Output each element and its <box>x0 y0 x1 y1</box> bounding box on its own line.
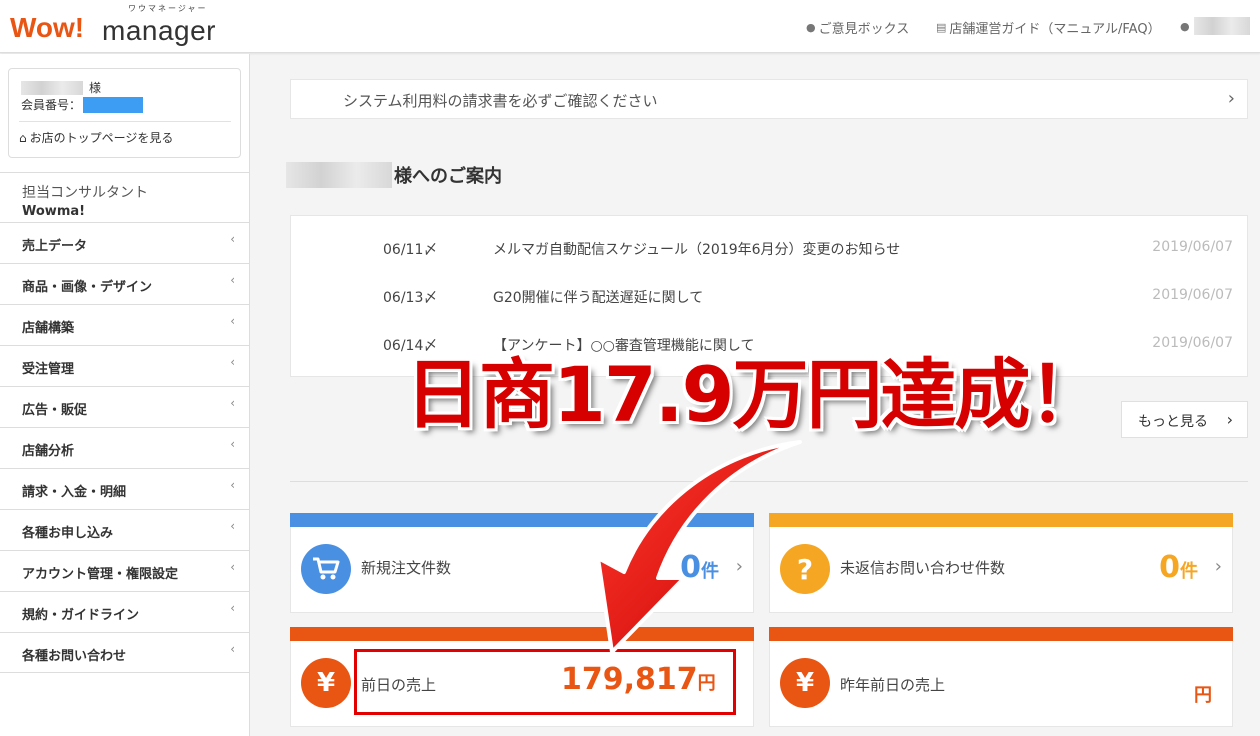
logo-wow-text: Wow! <box>10 12 85 43</box>
feedback-box-label: ご意見ボックス <box>818 22 910 37</box>
sidebar-item-ads[interactable]: 広告・販促 ‹ <box>0 386 249 427</box>
sidebar-item-contact[interactable]: 各種お問い合わせ ‹ <box>0 632 249 673</box>
news-posted-date: 2019/06/07 <box>1152 287 1233 303</box>
feedback-box-link[interactable]: ● ご意見ボックス <box>806 18 909 37</box>
card-label: 昨年前日の売上 <box>840 676 946 694</box>
sidebar-item-products[interactable]: 商品・画像・デザイン ‹ <box>0 263 249 304</box>
sidebar-item-analytics[interactable]: 店舗分析 ‹ <box>0 427 249 468</box>
sidebar-item-label: 店舗構築 <box>22 321 75 336</box>
sidebar-item-label: 各種お問い合わせ <box>22 649 127 664</box>
card-unit: 件 <box>1180 561 1198 582</box>
news-item[interactable]: 06/11〆 メルマガ自動配信スケジュール（2019年6月分）変更のお知らせ 2… <box>291 239 1249 263</box>
shop-top-page-link[interactable]: ⌂ お店のトップページを見る <box>19 129 173 146</box>
curved-arrow-icon <box>596 440 802 654</box>
see-more-button[interactable]: もっと見る › <box>1121 401 1248 438</box>
news-posted-date: 2019/06/07 <box>1152 335 1233 351</box>
news-posted-date: 2019/06/07 <box>1152 239 1233 255</box>
speech-bubble-icon: ● <box>806 21 816 34</box>
sidebar-item-billing[interactable]: 請求・入金・明細 ‹ <box>0 468 249 509</box>
sidebar-item-label: 商品・画像・デザイン <box>22 280 153 295</box>
sidebar-item-store-build[interactable]: 店舗構築 ‹ <box>0 304 249 345</box>
profile-divider <box>19 121 231 122</box>
section-title-text: 様へのご案内 <box>394 166 502 187</box>
inquiries-value: 0件 <box>1159 550 1198 585</box>
member-id-mask <box>83 96 144 113</box>
chevron-left-icon: ‹ <box>230 560 235 574</box>
card-label: 未返信お問い合わせ件数 <box>840 559 1006 577</box>
sidebar-item-applications[interactable]: 各種お申し込み ‹ <box>0 509 249 550</box>
unanswered-inquiries-card[interactable]: ? 未返信お問い合わせ件数 0件 › <box>769 513 1233 613</box>
chevron-right-icon: › <box>1214 556 1222 577</box>
notice-text: システム利用料の請求書を必ずご確認ください <box>343 92 658 110</box>
sidebar: 様 会員番号： ⌂ お店のトップページを見る 担当コンサルタント Wowma! … <box>0 54 250 736</box>
blurred-shop-name <box>286 162 392 188</box>
consultant-name: Wowma! <box>22 204 86 219</box>
sidebar-menu: 売上データ ‹ 商品・画像・デザイン ‹ 店舗構築 ‹ 受注管理 ‹ 広告・販促 ‹ 店舗… <box>0 222 249 673</box>
sidebar-item-sales-data[interactable]: 売上データ ‹ <box>0 222 249 263</box>
blurred-shop-name <box>21 80 83 95</box>
chevron-left-icon: ‹ <box>230 642 235 656</box>
chevron-left-icon: ‹ <box>230 232 235 246</box>
chevron-left-icon: ‹ <box>230 478 235 492</box>
chevron-left-icon: ‹ <box>230 314 235 328</box>
logo-manager-text: manager <box>102 15 217 46</box>
news-title: G20開催に伴う配送遅延に関して <box>493 290 704 306</box>
sidebar-item-label: 広告・販促 <box>22 403 88 418</box>
store-guide-link[interactable]: ▤ 店舗運営ガイド（マニュアル/FAQ） <box>936 18 1161 37</box>
yen-icon: ¥ <box>301 658 351 708</box>
sidebar-item-account[interactable]: アカウント管理・権限設定 ‹ <box>0 550 249 591</box>
news-deadline: 06/13〆 <box>383 290 438 306</box>
top-header: Wow! ワウマネージャー manager ● ご意見ボックス ▤ 店舗運営ガイ… <box>0 0 1260 53</box>
profile-card: 様 会員番号： ⌂ お店のトップページを見る <box>8 68 241 158</box>
sidebar-item-label: 規約・ガイドライン <box>22 608 140 623</box>
chevron-left-icon: ‹ <box>230 273 235 287</box>
member-id-label: 会員番号： <box>21 98 82 112</box>
card-unit: 円 <box>1194 685 1212 706</box>
sidebar-item-label: 売上データ <box>22 239 88 254</box>
card-accent-bar <box>769 627 1233 641</box>
news-item[interactable]: 06/13〆 G20開催に伴う配送遅延に関して 2019/06/07 <box>291 287 1249 311</box>
user-menu[interactable]: ● <box>1180 17 1250 35</box>
headline-overlay: 日商17.9万円達成！ <box>405 350 1105 439</box>
consultant-label: 担当コンサルタント <box>22 185 148 201</box>
section-title: 様へのご案内 <box>286 162 502 188</box>
chevron-left-icon: ‹ <box>230 601 235 615</box>
store-guide-label: 店舗運営ガイド（マニュアル/FAQ） <box>949 22 1161 37</box>
sidebar-item-label: 店舗分析 <box>22 444 75 459</box>
card-accent-bar <box>769 513 1233 527</box>
news-deadline: 06/11〆 <box>383 242 438 258</box>
blurred-username <box>1193 17 1250 35</box>
sidebar-item-label: 受注管理 <box>22 362 75 377</box>
card-label: 新規注文件数 <box>361 559 452 577</box>
user-icon: ● <box>1180 19 1190 33</box>
name-suffix: 様 <box>89 81 102 95</box>
document-icon: ▤ <box>936 21 947 34</box>
sidebar-item-label: アカウント管理・権限設定 <box>22 567 179 582</box>
sidebar-item-label: 各種お申し込み <box>22 526 114 541</box>
logo-ruby-text: ワウマネージャー <box>128 4 208 13</box>
invoice-notice-banner[interactable]: システム利用料の請求書を必ずご確認ください › <box>290 79 1248 119</box>
chevron-right-icon: › <box>1227 88 1235 109</box>
chevron-left-icon: ‹ <box>230 396 235 410</box>
member-id: 会員番号： <box>21 96 144 113</box>
sidebar-item-orders[interactable]: 受注管理 ‹ <box>0 345 249 386</box>
sidebar-item-label: 請求・入金・明細 <box>22 485 127 500</box>
chevron-left-icon: ‹ <box>230 519 235 533</box>
home-icon: ⌂ <box>19 130 27 145</box>
last-year-sales-card[interactable]: ¥ 昨年前日の売上 円 <box>769 627 1233 727</box>
see-more-label: もっと見る <box>1138 414 1208 430</box>
profile-name: 様 <box>21 79 101 96</box>
chevron-left-icon: ‹ <box>230 355 235 369</box>
chevron-left-icon: ‹ <box>230 437 235 451</box>
shop-top-page-label: お店のトップページを見る <box>29 131 174 145</box>
news-title: メルマガ自動配信スケジュール（2019年6月分）変更のお知らせ <box>493 242 901 258</box>
chevron-right-icon: › <box>1226 410 1233 429</box>
sidebar-item-terms[interactable]: 規約・ガイドライン ‹ <box>0 591 249 632</box>
last-year-sales-value: 円 <box>1194 674 1212 709</box>
cart-icon <box>301 544 351 594</box>
consultant-info: 担当コンサルタント Wowma! <box>0 172 249 222</box>
card-number: 0 <box>1159 550 1180 585</box>
